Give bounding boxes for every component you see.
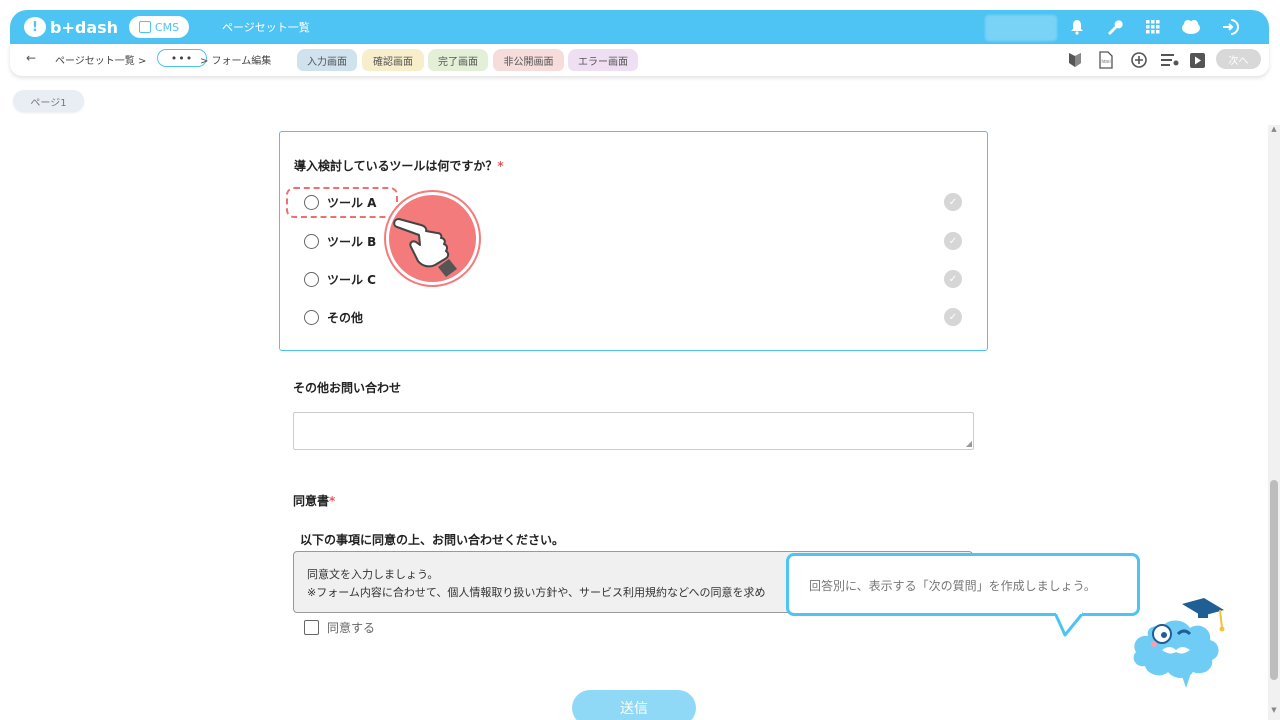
brand-logo[interactable]: ! b+dash bbox=[24, 16, 118, 38]
settings-list-icon[interactable] bbox=[1160, 50, 1180, 70]
scroll-down-arrow-icon[interactable]: ▼ bbox=[1268, 706, 1280, 720]
question-title: 導入検討しているツールは何ですか？* bbox=[294, 157, 504, 174]
tab-complete[interactable]: 完了画面 bbox=[428, 49, 488, 71]
edit-icon bbox=[138, 21, 151, 33]
radio-button[interactable] bbox=[304, 233, 319, 249]
beginner-mark-icon[interactable] bbox=[1065, 50, 1085, 70]
option-label: ツール C bbox=[327, 272, 376, 287]
agree-checkbox[interactable] bbox=[304, 620, 319, 635]
scrollbar-thumb[interactable] bbox=[1270, 480, 1278, 680]
option-label: ツール B bbox=[327, 234, 377, 249]
agree-checkbox-row[interactable]: 同意する bbox=[304, 619, 375, 636]
branch-check-icon[interactable]: ✓ bbox=[944, 193, 962, 211]
user-info[interactable] bbox=[985, 15, 1057, 41]
required-mark: * bbox=[329, 494, 336, 508]
other-inquiry-textarea[interactable]: ◢ bbox=[293, 412, 974, 450]
consent-label: 同意書* bbox=[293, 492, 335, 509]
breadcrumb-form-edit: > フォーム編集 bbox=[200, 56, 272, 67]
header-title: ページセット一覧 bbox=[222, 21, 310, 34]
pointing-hand-icon bbox=[386, 192, 479, 285]
option-tool-b[interactable]: ツール B bbox=[304, 231, 376, 251]
radio-button[interactable] bbox=[304, 271, 319, 287]
tip-speech-bubble: 回答別に、表示する「次の質問」を作成しましょう。 bbox=[786, 553, 1140, 616]
tab-error[interactable]: エラー画面 bbox=[568, 49, 638, 71]
tab-private[interactable]: 非公開画面 bbox=[493, 49, 564, 71]
logout-icon[interactable] bbox=[1219, 16, 1241, 38]
breadcrumb-page-set-list[interactable]: ページセット一覧 > bbox=[55, 52, 146, 67]
svg-text:html: html bbox=[1101, 59, 1110, 64]
submit-button[interactable]: 送信 bbox=[572, 690, 696, 720]
highlight-outline bbox=[286, 187, 398, 218]
editor-toolbar: ← ページセット一覧 > ••• > フォーム編集 入力画面 確認画面 完了画面… bbox=[10, 44, 1269, 76]
other-inquiry-label: その他お問い合わせ bbox=[293, 381, 402, 395]
required-mark: * bbox=[497, 159, 504, 173]
radio-button[interactable] bbox=[304, 309, 319, 325]
html-file-icon[interactable]: html bbox=[1096, 50, 1116, 70]
grid-icon[interactable] bbox=[1142, 16, 1164, 38]
cms-label: CMS bbox=[154, 20, 180, 34]
play-icon[interactable] bbox=[1187, 50, 1207, 70]
tab-confirm[interactable]: 確認画面 bbox=[362, 49, 424, 71]
cms-button[interactable]: CMS bbox=[129, 16, 189, 38]
branch-check-icon[interactable]: ✓ bbox=[944, 308, 962, 326]
top-header: ! b+dash CMS ページセット一覧 bbox=[10, 10, 1269, 44]
back-arrow-icon[interactable]: ← bbox=[26, 51, 36, 65]
branch-check-icon[interactable]: ✓ bbox=[944, 232, 962, 250]
question-title-text: 導入検討しているツールは何ですか？ bbox=[294, 159, 498, 173]
logo-text: b+dash bbox=[50, 17, 119, 37]
page-tab-1[interactable]: ページ1 bbox=[13, 90, 84, 112]
wrench-icon[interactable] bbox=[1103, 16, 1125, 38]
cloud-user-icon[interactable] bbox=[1180, 16, 1202, 38]
option-tool-c[interactable]: ツール C bbox=[304, 269, 376, 289]
speech-bubble-tail bbox=[1055, 610, 1085, 637]
add-circle-icon[interactable] bbox=[1129, 50, 1149, 70]
next-button[interactable]: 次へ bbox=[1216, 49, 1261, 69]
bell-icon[interactable] bbox=[1066, 16, 1088, 38]
resize-handle-icon[interactable]: ◢ bbox=[966, 439, 972, 448]
option-other[interactable]: その他 bbox=[304, 307, 363, 327]
logo-bubble-icon: ! bbox=[24, 17, 46, 37]
mascot-cloud-icon bbox=[1133, 598, 1225, 688]
scroll-up-arrow-icon[interactable]: ▲ bbox=[1268, 125, 1280, 139]
agree-label: 同意する bbox=[327, 621, 376, 635]
branch-check-icon[interactable]: ✓ bbox=[944, 270, 962, 288]
consent-heading: 以下の事項に同意の上、お問い合わせください。 bbox=[300, 533, 565, 547]
consent-label-text: 同意書 bbox=[293, 494, 330, 508]
tab-input[interactable]: 入力画面 bbox=[297, 49, 357, 71]
option-label: その他 bbox=[327, 310, 364, 325]
